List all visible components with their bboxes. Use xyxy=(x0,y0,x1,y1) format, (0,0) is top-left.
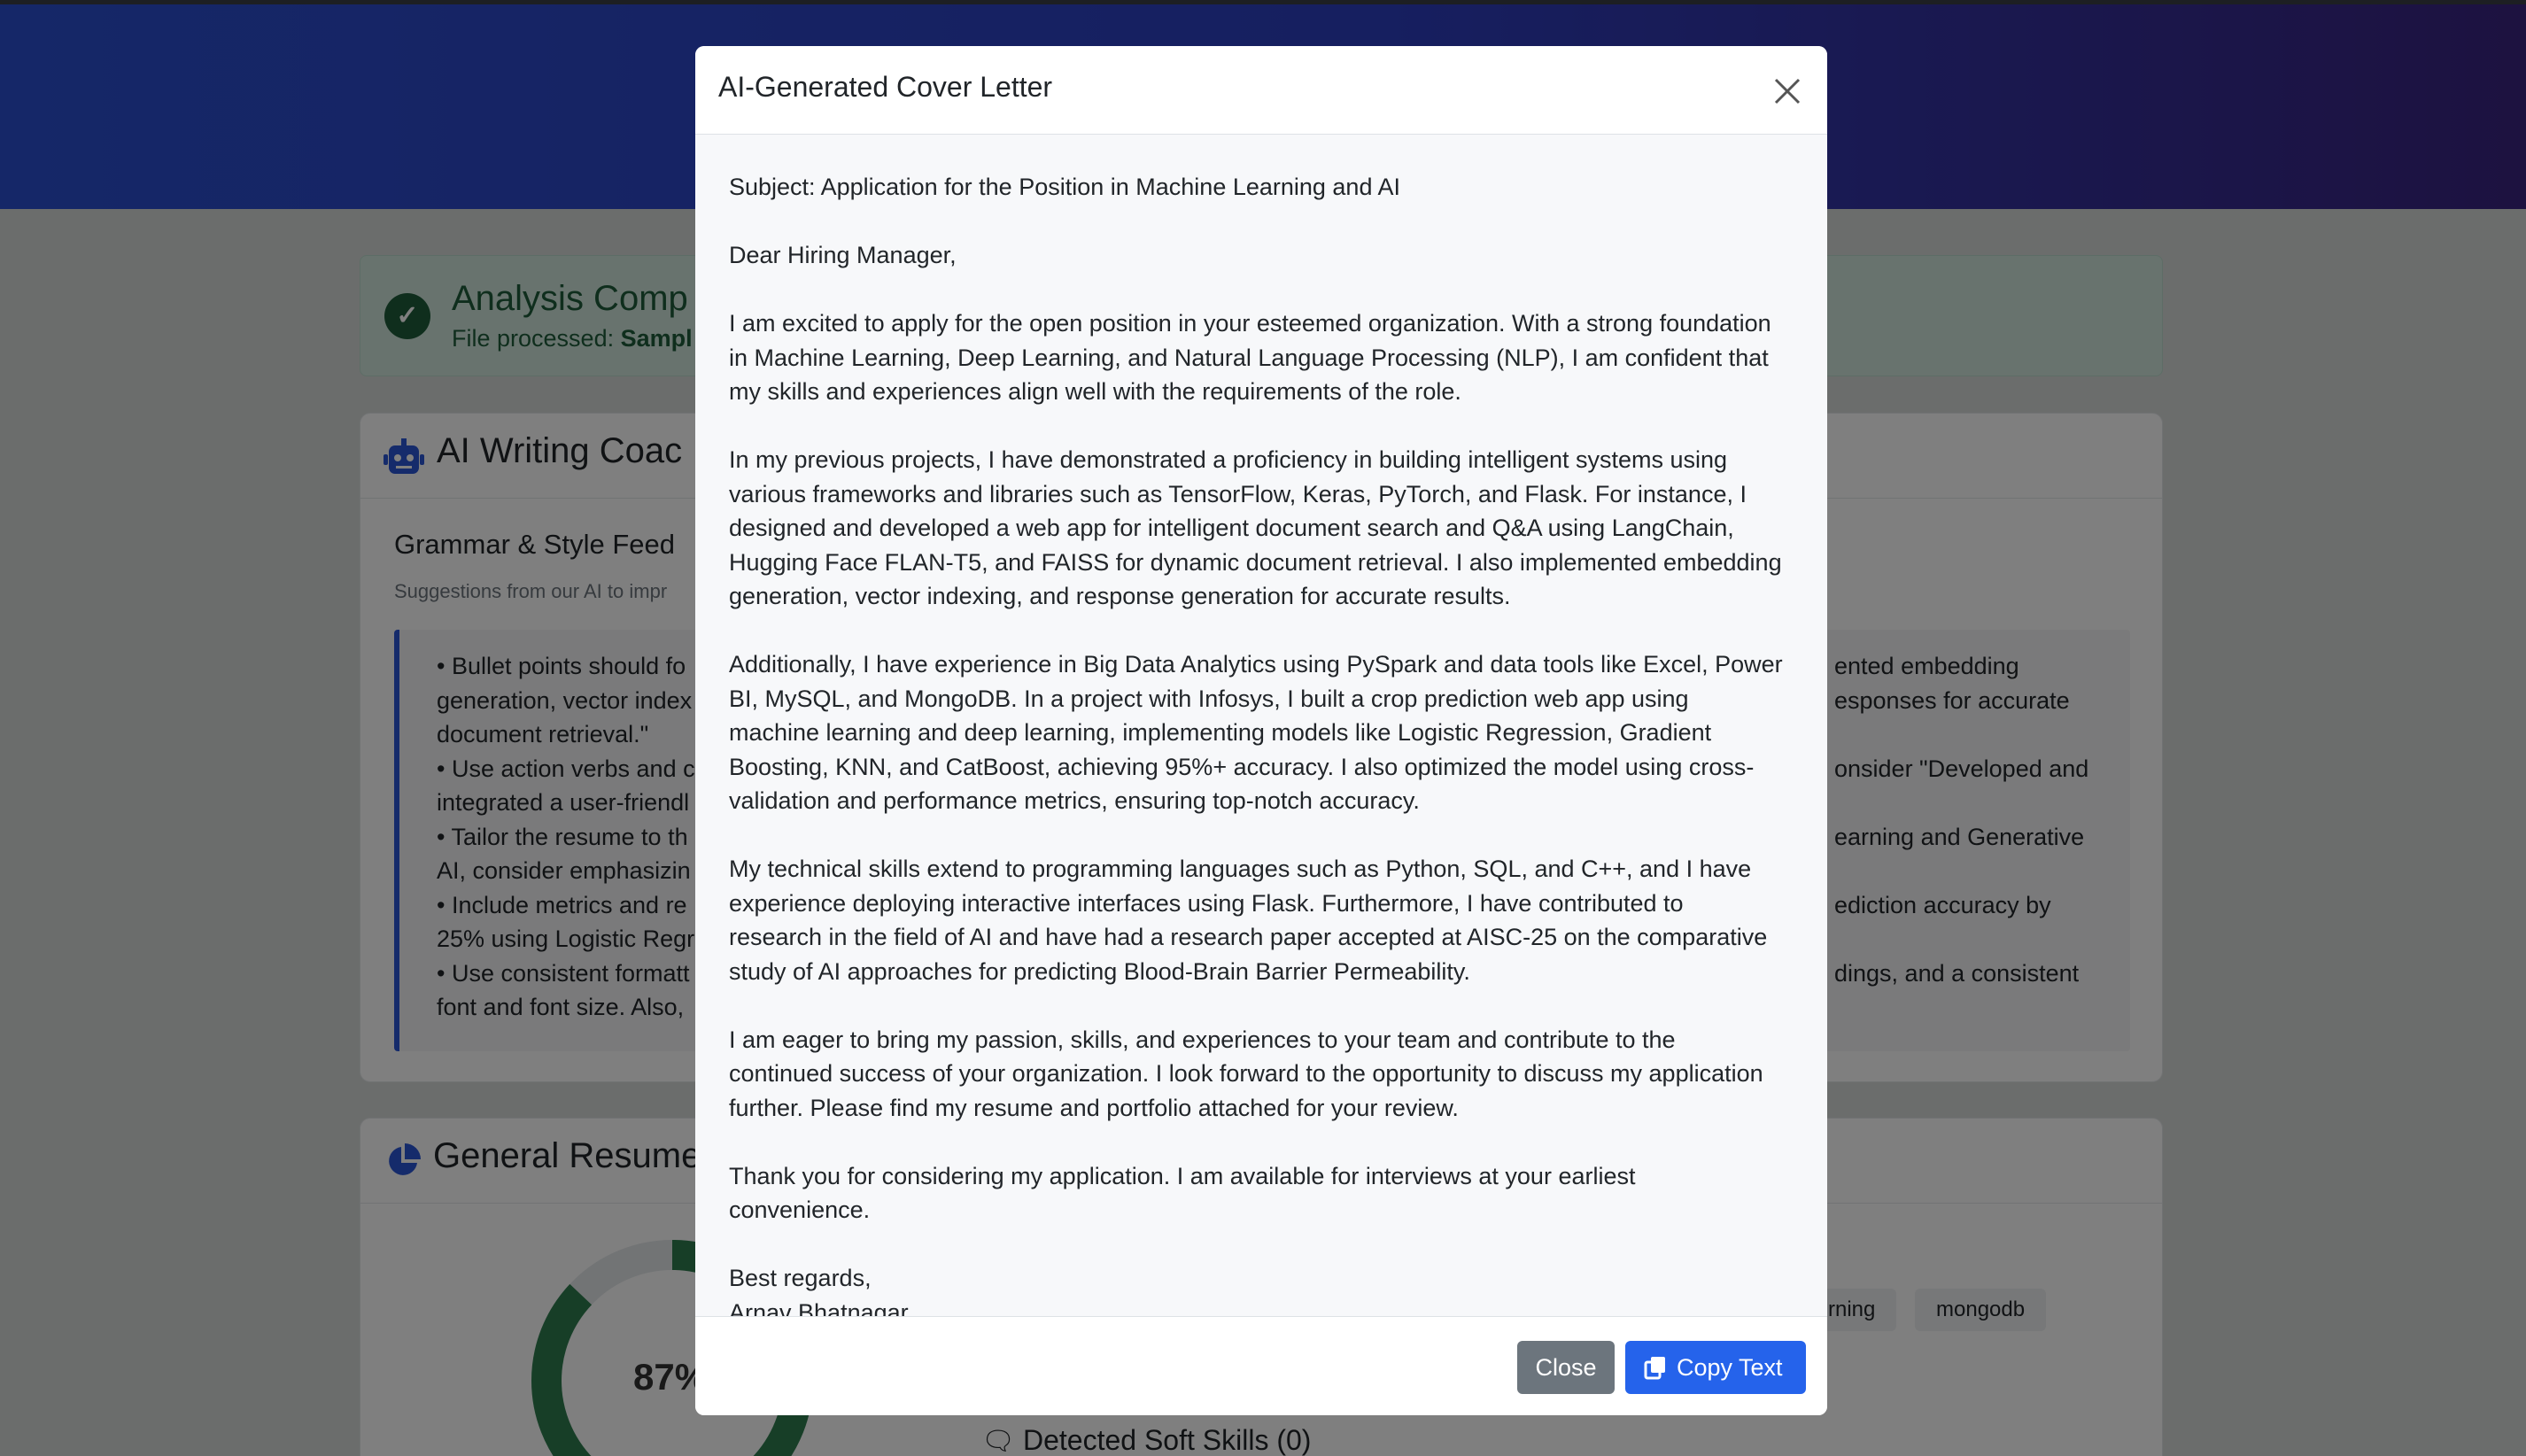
modal-header: AI-Generated Cover Letter xyxy=(695,46,1827,135)
modal-footer: Close Copy Text xyxy=(695,1316,1827,1415)
cover-letter-modal: AI-Generated Cover Letter Subject: Appli… xyxy=(695,46,1827,1415)
copy-text-button[interactable]: Copy Text xyxy=(1625,1341,1806,1394)
cover-letter-text: Subject: Application for the Position in… xyxy=(729,174,1783,1326)
close-icon[interactable] xyxy=(1772,76,1802,106)
copy-text-label: Copy Text xyxy=(1677,1354,1783,1381)
modal-body[interactable]: Subject: Application for the Position in… xyxy=(695,135,1827,1362)
modal-title: AI-Generated Cover Letter xyxy=(718,71,1053,103)
close-button[interactable]: Close xyxy=(1517,1341,1615,1394)
copy-icon xyxy=(1644,1357,1665,1380)
